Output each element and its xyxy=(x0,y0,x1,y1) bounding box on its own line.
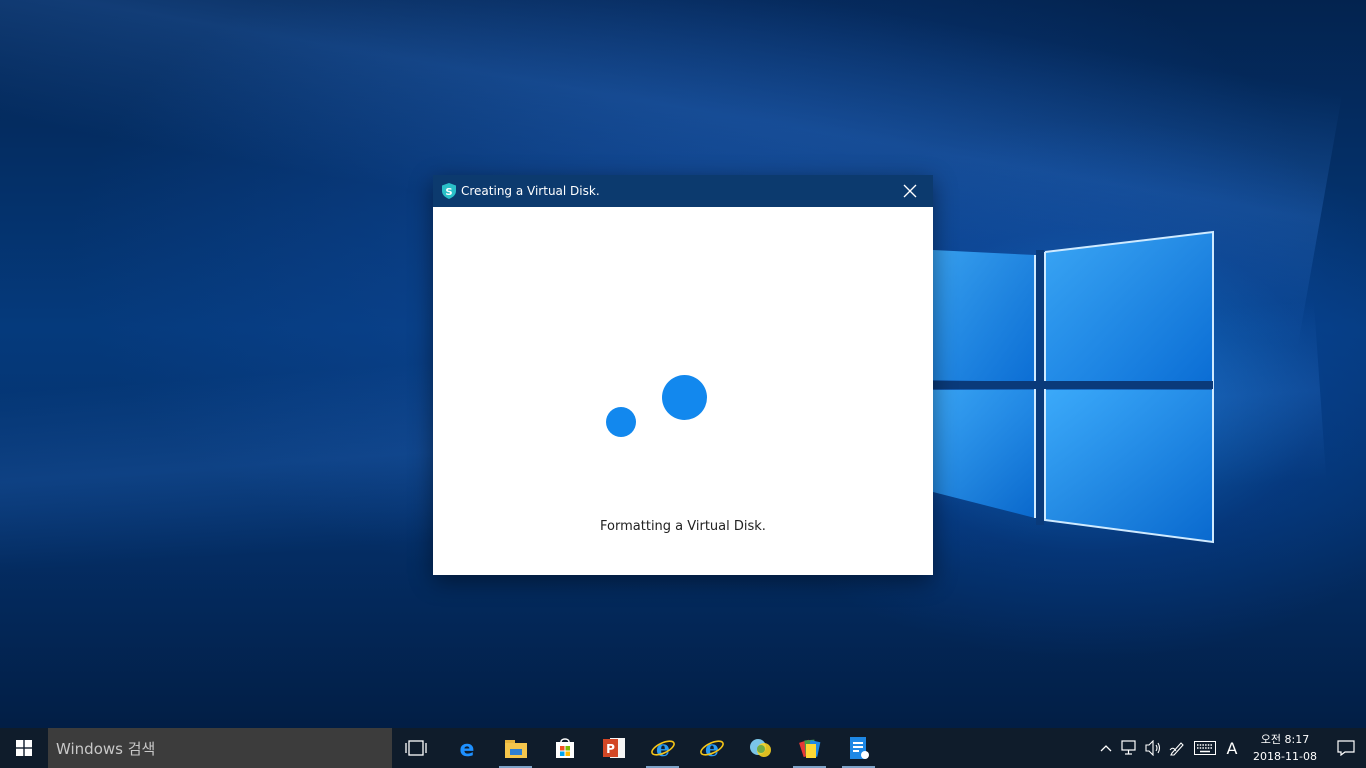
spinner-dot xyxy=(662,375,707,420)
svg-text:S: S xyxy=(445,187,452,198)
clock-date: 2018-11-08 xyxy=(1253,750,1317,763)
windows-start-icon xyxy=(16,740,32,756)
pen-icon xyxy=(1169,742,1184,756)
clock[interactable]: 오전 8:17 2018-11-08 xyxy=(1244,728,1326,768)
internet-explorer-icon: e xyxy=(650,736,675,760)
svg-text:e: e xyxy=(705,736,719,760)
taskbar: Windows 검색 e P e e A 오전 8:17 2018-11-08 xyxy=(0,728,1366,768)
shield-s-app-icon: S xyxy=(442,183,458,199)
spinner-dot xyxy=(606,407,636,437)
input-method-button[interactable]: A xyxy=(1220,728,1244,768)
task-view-button[interactable] xyxy=(392,728,440,768)
close-icon xyxy=(903,184,917,198)
taskbar-app-document[interactable] xyxy=(834,728,883,768)
taskbar-app-internet-explorer[interactable]: e xyxy=(687,728,736,768)
network-icon xyxy=(1121,740,1136,755)
powerpoint-icon: P xyxy=(602,738,625,758)
taskbar-app-store[interactable] xyxy=(540,728,589,768)
chevron-up-icon xyxy=(1100,745,1112,752)
taskbar-search-input[interactable]: Windows 검색 xyxy=(48,728,392,768)
taskbar-app-cards[interactable] xyxy=(785,728,834,768)
start-button[interactable] xyxy=(0,728,48,768)
taskbar-app-file-explorer[interactable] xyxy=(491,728,540,768)
show-hidden-icons-button[interactable] xyxy=(1094,728,1118,768)
file-explorer-icon xyxy=(504,740,527,758)
store-icon xyxy=(555,738,574,758)
action-center-button[interactable] xyxy=(1326,728,1366,768)
document-app-icon xyxy=(849,737,869,759)
touch-keyboard-button[interactable] xyxy=(1190,728,1220,768)
taskbar-app-circles[interactable] xyxy=(736,728,785,768)
taskbar-app-powerpoint[interactable]: P xyxy=(589,728,638,768)
system-tray: A 오전 8:17 2018-11-08 xyxy=(1094,728,1366,768)
virtual-disk-dialog: S Creating a Virtual Disk. Formatting a … xyxy=(433,175,933,575)
edge-icon: e xyxy=(459,737,474,760)
svg-text:P: P xyxy=(606,742,615,756)
keyboard-icon xyxy=(1194,741,1216,755)
taskbar-app-edge[interactable]: e xyxy=(442,728,491,768)
speaker-icon xyxy=(1145,740,1161,756)
pinned-apps: e P e e xyxy=(442,728,883,768)
dialog-body: Formatting a Virtual Disk. xyxy=(433,207,933,575)
svg-text:e: e xyxy=(656,736,670,760)
task-view-icon xyxy=(405,740,427,756)
search-placeholder: Windows 검색 xyxy=(56,739,156,758)
circles-app-icon xyxy=(749,739,771,757)
notification-icon xyxy=(1337,740,1355,756)
internet-explorer-icon: e xyxy=(699,736,724,760)
volume-button[interactable] xyxy=(1142,728,1166,768)
clock-time: 오전 8:17 xyxy=(1260,733,1310,746)
dialog-title: Creating a Virtual Disk. xyxy=(461,184,600,198)
pen-workspace-button[interactable] xyxy=(1166,728,1190,768)
cards-app-icon xyxy=(798,739,820,758)
close-button[interactable] xyxy=(887,175,933,207)
network-button[interactable] xyxy=(1118,728,1142,768)
svg-text:e: e xyxy=(459,737,474,760)
status-text: Formatting a Virtual Disk. xyxy=(600,519,766,534)
dialog-titlebar[interactable]: S Creating a Virtual Disk. xyxy=(433,175,933,207)
input-method-indicator: A xyxy=(1226,738,1238,758)
taskbar-app-internet-explorer[interactable]: e xyxy=(638,728,687,768)
